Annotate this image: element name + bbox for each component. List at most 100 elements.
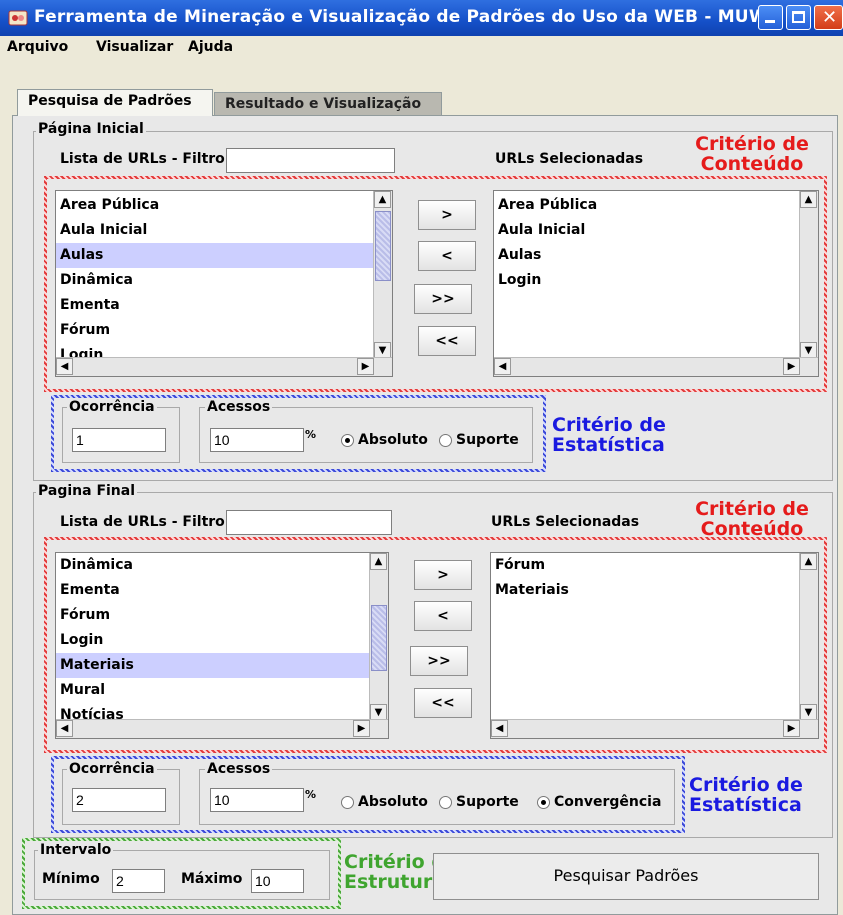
- list-item[interactable]: Ementa: [56, 578, 372, 603]
- list-item[interactable]: Aula Inicial: [56, 218, 376, 243]
- tab-resultado-e-visualizacao[interactable]: Resultado e Visualização: [214, 92, 442, 116]
- intervalo-label: Intervalo: [38, 842, 114, 858]
- pesquisar-padroes-button[interactable]: Pesquisar Padrões: [433, 853, 819, 900]
- selected-urls-label: URLs Selecionadas: [495, 151, 644, 167]
- vertical-scrollbar[interactable]: ▲ ▼: [799, 553, 818, 721]
- remove-all-button[interactable]: <<: [414, 688, 472, 718]
- list-item[interactable]: Mural: [56, 678, 372, 703]
- list-item-selected[interactable]: Materiais: [56, 653, 372, 678]
- scroll-left-icon[interactable]: ◀: [494, 358, 511, 375]
- percent-sign: %: [305, 428, 317, 441]
- menu-ajuda[interactable]: Ajuda: [188, 39, 233, 55]
- add-button[interactable]: >: [414, 560, 472, 590]
- pagina-final-label: Pagina Final: [36, 483, 138, 499]
- ocorrencia-label: Ocorrência: [67, 761, 157, 777]
- suporte-label[interactable]: Suporte: [456, 794, 519, 810]
- scroll-right-icon[interactable]: ▶: [357, 358, 374, 375]
- absoluto-radio[interactable]: [341, 796, 354, 809]
- list-item[interactable]: Aulas: [494, 243, 800, 268]
- list-item[interactable]: Dinâmica: [56, 268, 376, 293]
- scroll-left-icon[interactable]: ◀: [56, 358, 73, 375]
- scroll-right-icon[interactable]: ▶: [783, 358, 800, 375]
- horizontal-scrollbar[interactable]: ◀ ▶: [56, 357, 392, 376]
- add-all-button[interactable]: >>: [414, 284, 472, 314]
- scroll-left-icon[interactable]: ◀: [56, 720, 73, 737]
- available-url-list[interactable]: Area Pública Aula Inicial Aulas Dinâmica…: [55, 190, 393, 377]
- convergencia-label[interactable]: Convergência: [554, 794, 661, 810]
- percent-sign: %: [305, 788, 317, 801]
- suporte-label[interactable]: Suporte: [456, 432, 519, 448]
- list-item-selected[interactable]: Aulas: [56, 243, 376, 268]
- maximo-input[interactable]: [251, 869, 304, 893]
- remove-all-button[interactable]: <<: [418, 326, 476, 356]
- criterio-conteudo-label: Critério de Conteúdo: [695, 498, 809, 540]
- ocorrencia-input[interactable]: [72, 788, 166, 812]
- menu-bar: Arquivo Visualizar Ajuda: [0, 36, 843, 58]
- scroll-up-icon[interactable]: ▲: [800, 553, 817, 570]
- minimo-label: Mínimo: [42, 871, 100, 887]
- criterio-conteudo-label: Critério de Conteúdo: [695, 133, 809, 175]
- acessos-input[interactable]: [210, 788, 304, 812]
- scroll-up-icon[interactable]: ▲: [370, 553, 387, 570]
- list-item[interactable]: Area Pública: [56, 193, 376, 218]
- list-item[interactable]: Fórum: [56, 318, 376, 343]
- selected-url-list[interactable]: Area Pública Aula Inicial Aulas Login ▲ …: [493, 190, 819, 377]
- ocorrencia-input[interactable]: [72, 428, 166, 452]
- scroll-thumb[interactable]: [371, 605, 387, 671]
- minimo-input[interactable]: [112, 869, 165, 893]
- close-icon[interactable]: ✕: [814, 5, 843, 30]
- tab-pesquisa-de-padroes[interactable]: Pesquisa de Padrões: [17, 89, 213, 116]
- horizontal-scrollbar[interactable]: ◀ ▶: [494, 357, 818, 376]
- filter-input[interactable]: [226, 148, 395, 173]
- absoluto-label[interactable]: Absoluto: [358, 432, 428, 448]
- menu-arquivo[interactable]: Arquivo: [7, 39, 68, 55]
- convergencia-radio[interactable]: [537, 796, 550, 809]
- app-icon: [8, 10, 28, 26]
- menu-visualizar[interactable]: Visualizar: [96, 39, 173, 55]
- add-button[interactable]: >: [418, 200, 476, 230]
- filter-label: Lista de URLs - Filtro:: [60, 151, 231, 167]
- remove-button[interactable]: <: [414, 601, 472, 631]
- title-bar[interactable]: Ferramenta de Mineração e Visualização d…: [0, 0, 843, 36]
- list-item[interactable]: Materiais: [491, 578, 800, 603]
- add-all-button[interactable]: >>: [410, 646, 468, 676]
- list-item[interactable]: Aula Inicial: [494, 218, 800, 243]
- list-item[interactable]: Dinâmica: [56, 553, 372, 578]
- suporte-radio[interactable]: [439, 434, 452, 447]
- scroll-right-icon[interactable]: ▶: [353, 720, 370, 737]
- minimize-icon[interactable]: [758, 5, 783, 30]
- scroll-up-icon[interactable]: ▲: [374, 191, 391, 208]
- absoluto-radio[interactable]: [341, 434, 354, 447]
- pagina-inicial-label: Página Inicial: [36, 121, 146, 137]
- scroll-up-icon[interactable]: ▲: [800, 191, 817, 208]
- filter-label: Lista de URLs - Filtro:: [60, 514, 231, 530]
- filter-input[interactable]: [226, 510, 392, 535]
- available-url-list[interactable]: Dinâmica Ementa Fórum Login Materiais Mu…: [55, 552, 389, 739]
- vertical-scrollbar[interactable]: ▲ ▼: [369, 553, 388, 721]
- list-item[interactable]: Ementa: [56, 293, 376, 318]
- suporte-radio[interactable]: [439, 796, 452, 809]
- selected-url-list[interactable]: Fórum Materiais ▲ ▼ ◀ ▶: [490, 552, 819, 739]
- absoluto-label[interactable]: Absoluto: [358, 794, 428, 810]
- maximize-icon[interactable]: [786, 5, 811, 30]
- selected-urls-label: URLs Selecionadas: [491, 514, 640, 530]
- vertical-scrollbar[interactable]: ▲ ▼: [799, 191, 818, 359]
- list-item[interactable]: Area Pública: [494, 193, 800, 218]
- horizontal-scrollbar[interactable]: ◀ ▶: [56, 719, 388, 738]
- remove-button[interactable]: <: [418, 241, 476, 271]
- scroll-left-icon[interactable]: ◀: [491, 720, 508, 737]
- acessos-input[interactable]: [210, 428, 304, 452]
- criterio-estrutura-label: Critério de Estrutura: [344, 851, 458, 893]
- scroll-right-icon[interactable]: ▶: [783, 720, 800, 737]
- list-item[interactable]: Fórum: [491, 553, 800, 578]
- list-item[interactable]: Login: [494, 268, 800, 293]
- vertical-scrollbar[interactable]: ▲ ▼: [373, 191, 392, 359]
- horizontal-scrollbar[interactable]: ◀ ▶: [491, 719, 818, 738]
- acessos-label: Acessos: [205, 761, 273, 777]
- list-item[interactable]: Fórum: [56, 603, 372, 628]
- scroll-thumb[interactable]: [375, 211, 391, 281]
- window-title: Ferramenta de Mineração e Visualização d…: [34, 7, 768, 27]
- acessos-label: Acessos: [205, 399, 273, 415]
- list-item[interactable]: Login: [56, 628, 372, 653]
- criterio-estatistica-label: Critério de Estatística: [552, 414, 666, 456]
